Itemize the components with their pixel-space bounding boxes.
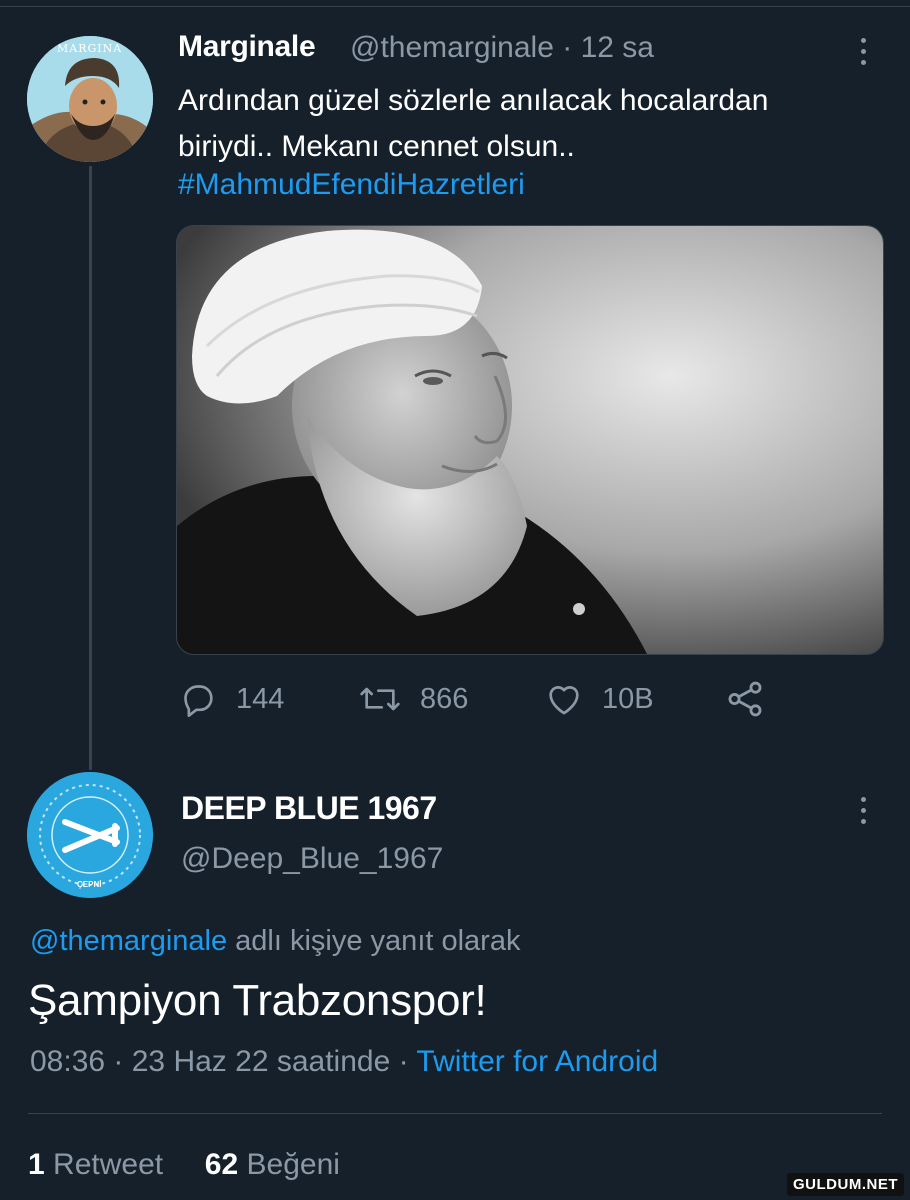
meta-separator: · — [562, 31, 581, 64]
avatar-logo-text: MARGINA — [57, 42, 123, 55]
tweet-meta: @themarginale · 12 sa — [350, 31, 654, 65]
portrait-image — [177, 226, 883, 654]
reply-meta: 08:36 · 23 Haz 22 saatinde · Twitter for… — [30, 1045, 658, 1079]
reply-count: 144 — [236, 682, 285, 715]
reply-time[interactable]: 08:36 — [30, 1045, 105, 1078]
retweets-stat[interactable]: 1 Retweet — [28, 1148, 163, 1181]
reply-author-handle[interactable]: @Deep_Blue_1967 — [181, 842, 443, 876]
like-button[interactable]: 10B — [544, 676, 654, 722]
tweet-media-photo[interactable] — [176, 225, 884, 655]
like-count: 10B — [602, 682, 654, 715]
tweet-text-line-1: Ardından güzel sözlerle anılacak hocalar… — [178, 84, 769, 117]
likes-stat[interactable]: 62 Beğeni — [205, 1148, 340, 1181]
meta-separator: · — [398, 1045, 417, 1078]
author-avatar-deepblue[interactable]: ÇEPNİ — [27, 772, 153, 898]
avatar-logo-text: ÇEPNİ — [77, 880, 102, 889]
retweet-button[interactable]: 866 — [358, 676, 468, 722]
tweet-hashtag-link[interactable]: #MahmudEfendiHazretleri — [178, 168, 525, 202]
share-button[interactable] — [724, 676, 784, 722]
tweet-action-bar: 144 866 10B — [178, 676, 798, 722]
reply-button[interactable]: 144 — [178, 676, 284, 722]
retweet-stat-label: Retweet — [53, 1148, 164, 1181]
tweet-author-name[interactable]: Marginale — [178, 30, 316, 64]
like-stat-label: Beğeni — [246, 1148, 340, 1181]
reply-author-name[interactable]: DEEP BLUE 1967 — [181, 790, 437, 827]
tweet-author-handle[interactable]: @themarginale — [350, 31, 554, 64]
reply-context: @themarginale adlı kişiye yanıt olarak — [30, 925, 520, 958]
more-icon[interactable] — [859, 797, 867, 831]
share-icon — [728, 681, 762, 717]
meta-separator: · — [113, 1045, 132, 1078]
like-stat-count: 62 — [204, 1148, 239, 1181]
reply-stats: 1 Retweet 62 Beğeni — [28, 1148, 340, 1182]
reply-mention-link[interactable]: @themarginale — [30, 925, 227, 957]
reply-date[interactable]: 23 Haz 22 saatinde — [132, 1045, 391, 1078]
reply-context-text: adlı kişiye yanıt olarak — [235, 925, 521, 957]
retweet-count: 866 — [420, 682, 469, 715]
tweet-text: Ardından güzel sözlerle anılacak hocalar… — [178, 78, 878, 170]
reply-icon — [184, 685, 213, 717]
reply-text: Şampiyon Trabzonspor! — [28, 976, 487, 1025]
like-icon — [549, 686, 579, 715]
retweet-icon — [360, 687, 400, 711]
stats-divider — [28, 1113, 882, 1114]
author-avatar-marginale[interactable]: MARGINA — [27, 36, 153, 162]
more-icon[interactable] — [859, 38, 867, 72]
thread-connector-line — [89, 166, 92, 770]
tweet-text-line-2: biriydi.. Mekanı cennet olsun.. — [178, 130, 575, 163]
reply-source-link[interactable]: Twitter for Android — [416, 1045, 658, 1078]
site-watermark: GULDUM.NET — [787, 1173, 904, 1196]
tweet-time-ago[interactable]: 12 sa — [581, 31, 654, 64]
retweet-stat-count: 1 — [28, 1148, 45, 1181]
top-divider — [0, 6, 910, 7]
